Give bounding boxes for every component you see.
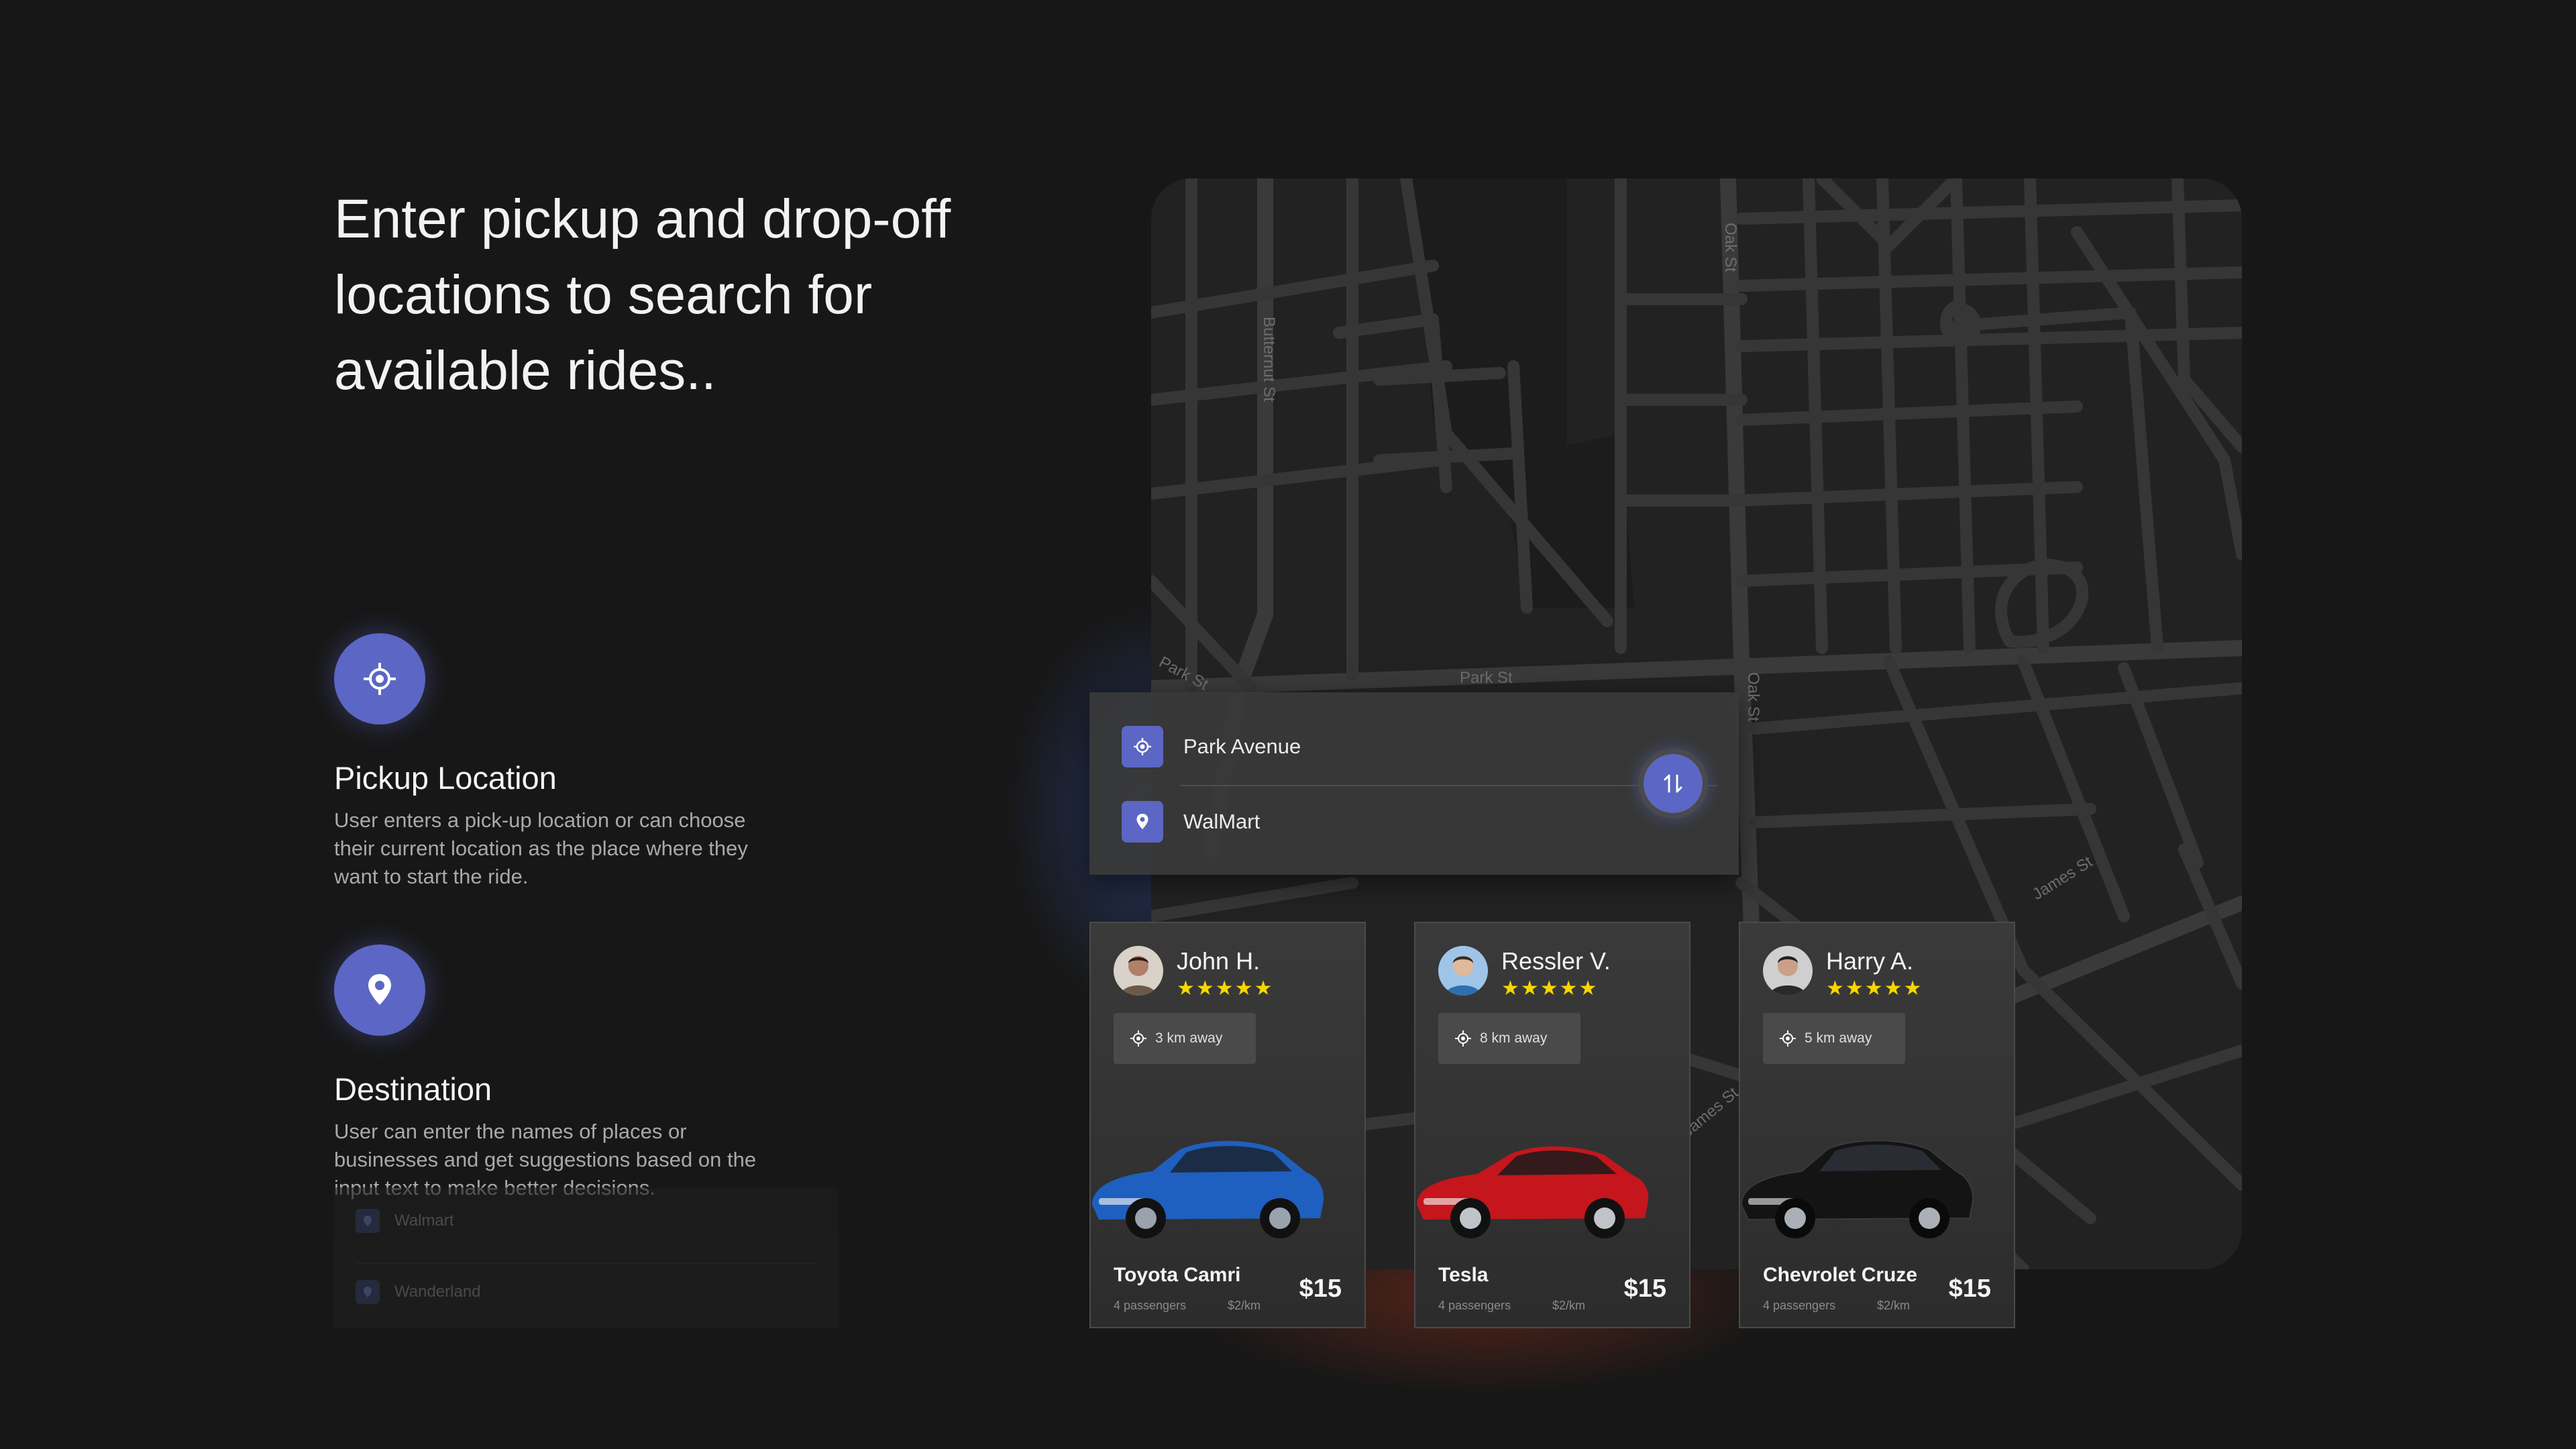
feature-title-destination: Destination (334, 1071, 492, 1107)
crosshair-icon (334, 633, 425, 724)
street-label: Oak St (1744, 672, 1762, 722)
suggestion-item[interactable]: Walmart (356, 1209, 453, 1233)
distance-chip: 3 km away (1114, 1013, 1256, 1064)
driver-name: Harry A. (1826, 947, 1914, 975)
ride-price: $15 (1948, 1275, 1991, 1303)
distance-chip: 8 km away (1438, 1013, 1580, 1064)
ride-card-john[interactable]: John H. ★★★★★ 3 km away Toyota Camri 4 p… (1089, 922, 1366, 1328)
swap-locations-button[interactable] (1638, 749, 1708, 818)
location-search-panel: Park Avenue WalMart (1089, 692, 1739, 875)
headline: Enter pickup and drop-off locations to s… (334, 189, 951, 401)
crosshair-icon (1455, 1030, 1471, 1046)
street-label: Butternut St (1260, 317, 1278, 402)
distance-label: 3 km away (1155, 1030, 1223, 1046)
ride-card-harry[interactable]: Harry A. ★★★★★ 5 km away Chevrolet Cruze… (1739, 922, 2015, 1328)
avatar (1763, 946, 1813, 996)
car-image (1740, 1140, 1974, 1238)
passenger-count: 4 passengers (1438, 1299, 1511, 1312)
ride-card-ressler[interactable]: Ressler V. ★★★★★ 8 km away Tesla 4 passe… (1414, 922, 1690, 1328)
divider (1181, 785, 1717, 786)
crosshair-icon (1780, 1030, 1796, 1046)
map-pin-icon (1122, 801, 1163, 843)
suggestion-item[interactable]: Wanderland (356, 1280, 481, 1304)
map-pin-icon (334, 945, 425, 1036)
driver-name: John H. (1177, 947, 1260, 975)
distance-label: 8 km away (1480, 1030, 1548, 1046)
suggestion-list: Walmart Wanderland (334, 1187, 839, 1328)
distance-label: 5 km away (1805, 1030, 1872, 1046)
street-label: James St (2029, 853, 2096, 904)
car-image (1092, 1140, 1324, 1238)
crosshair-icon (1122, 726, 1163, 767)
pickup-field[interactable]: Park Avenue (1122, 726, 1301, 767)
passenger-count: 4 passengers (1763, 1299, 1836, 1312)
ride-price: $15 (1623, 1275, 1666, 1303)
car-model: Tesla (1438, 1264, 1489, 1286)
avatar (1114, 946, 1163, 996)
rate-per-km: $2/km (1877, 1299, 1911, 1312)
divider (356, 1263, 817, 1264)
crosshair-icon (1130, 1030, 1146, 1046)
distance-chip: 5 km away (1763, 1013, 1905, 1064)
pickup-value: Park Avenue (1183, 735, 1301, 758)
swap-vertical-icon (1664, 774, 1682, 793)
street-label: Park St (1460, 669, 1513, 687)
car-image (1417, 1146, 1649, 1238)
suggestion-label: Walmart (394, 1212, 454, 1230)
driver-name: Ressler V. (1501, 947, 1611, 975)
rate-per-km: $2/km (1552, 1299, 1586, 1312)
car-model: Chevrolet Cruze (1763, 1264, 1918, 1286)
rate-per-km: $2/km (1228, 1299, 1261, 1312)
feature-title-pickup: Pickup Location (334, 760, 557, 796)
rating-stars: ★★★★★ (1501, 977, 1599, 1000)
rating-stars: ★★★★★ (1826, 977, 1923, 1000)
street-label: Oak St (1721, 223, 1739, 272)
car-model: Toyota Camri (1114, 1264, 1241, 1286)
destination-field[interactable]: WalMart (1122, 801, 1260, 843)
passenger-count: 4 passengers (1114, 1299, 1187, 1312)
ride-price: $15 (1299, 1275, 1342, 1303)
map-pin-icon (356, 1209, 380, 1233)
rating-stars: ★★★★★ (1177, 977, 1274, 1000)
destination-value: WalMart (1183, 810, 1260, 833)
suggestion-label: Wanderland (394, 1283, 481, 1301)
feature-description-pickup: User enters a pick-up location or can ch… (334, 808, 748, 888)
map-pin-icon (356, 1280, 380, 1304)
avatar (1438, 946, 1488, 996)
